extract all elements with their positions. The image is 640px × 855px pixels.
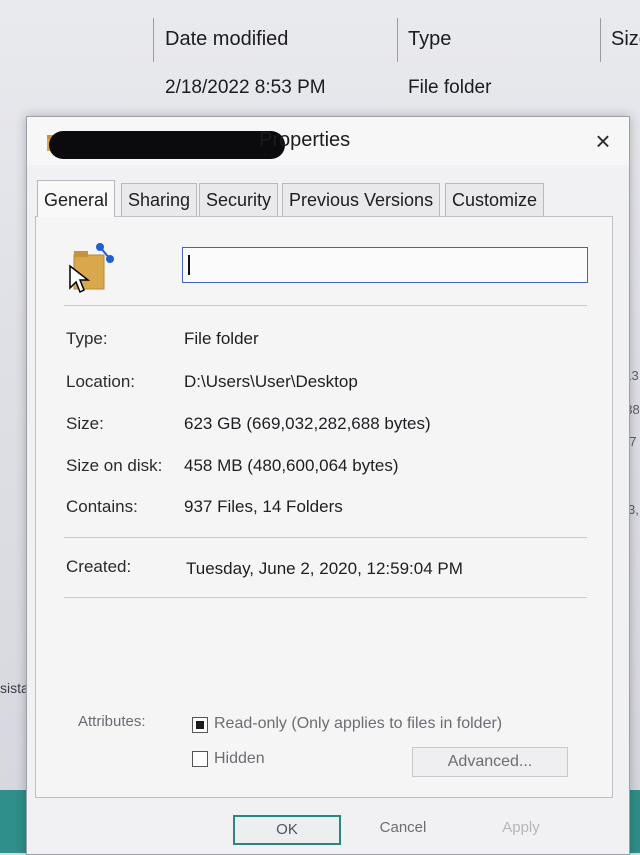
column-size[interactable]: Size: [611, 28, 640, 51]
tab-strip: General Sharing Security Previous Versio…: [37, 180, 577, 217]
tab-previous-versions[interactable]: Previous Versions: [282, 183, 441, 216]
location-value: D:\Users\User\Desktop: [184, 372, 358, 391]
created-value: Tuesday, June 2, 2020, 12:59:04 PM: [186, 559, 463, 578]
text-caret: [188, 255, 190, 275]
divider: [64, 537, 587, 538]
properties-dialog: Properties × General Sharing Security Pr…: [26, 116, 630, 855]
type-label: Type:: [66, 329, 108, 348]
size-on-disk-value: 458 MB (480,600,064 bytes): [184, 456, 399, 475]
tab-sharing[interactable]: Sharing: [121, 183, 198, 216]
apply-button[interactable]: Apply: [471, 815, 571, 841]
hidden-checkbox[interactable]: [192, 751, 208, 767]
created-label: Created:: [66, 557, 132, 576]
column-date-modified[interactable]: Date modified: [165, 28, 288, 51]
divider: [64, 305, 587, 306]
size-label: Size:: [66, 414, 104, 433]
hidden-label[interactable]: Hidden: [214, 750, 265, 768]
divider: [64, 597, 587, 598]
cursor-icon: [69, 264, 90, 294]
column-separator[interactable]: [397, 18, 398, 62]
dialog-title: Properties: [259, 129, 351, 151]
column-header: Date modified Type Size: [0, 0, 640, 75]
title-bar[interactable]: Properties ×: [27, 117, 629, 165]
folder-name-input[interactable]: [182, 247, 588, 283]
size-on-disk-label: Size on disk:: [66, 456, 163, 475]
size-value: 623 GB (669,032,282,688 bytes): [184, 414, 431, 433]
attributes-label: Attributes:: [78, 713, 146, 730]
advanced-button[interactable]: Advanced...: [412, 747, 568, 777]
readonly-label[interactable]: Read-only (Only applies to files in fold…: [214, 715, 502, 733]
close-icon[interactable]: ×: [587, 125, 619, 157]
location-label: Location:: [66, 372, 135, 391]
column-separator[interactable]: [600, 18, 601, 62]
redaction-mark: [49, 131, 285, 159]
type-value: File folder: [184, 329, 259, 348]
row-date[interactable]: 2/18/2022 8:53 PM: [165, 77, 326, 99]
row-type[interactable]: File folder: [408, 77, 491, 99]
column-type[interactable]: Type: [408, 28, 451, 51]
contains-label: Contains:: [66, 497, 138, 516]
cancel-button[interactable]: Cancel: [353, 815, 453, 841]
tab-general[interactable]: General: [37, 180, 116, 217]
general-panel: Type: File folder Location: D:\Users\Use…: [35, 216, 613, 798]
column-separator[interactable]: [153, 18, 154, 62]
tab-customize[interactable]: Customize: [445, 183, 545, 216]
readonly-checkbox[interactable]: [192, 717, 208, 733]
tab-security[interactable]: Security: [199, 183, 279, 216]
contains-value: 937 Files, 14 Folders: [184, 497, 343, 516]
ok-button[interactable]: OK: [233, 815, 341, 845]
